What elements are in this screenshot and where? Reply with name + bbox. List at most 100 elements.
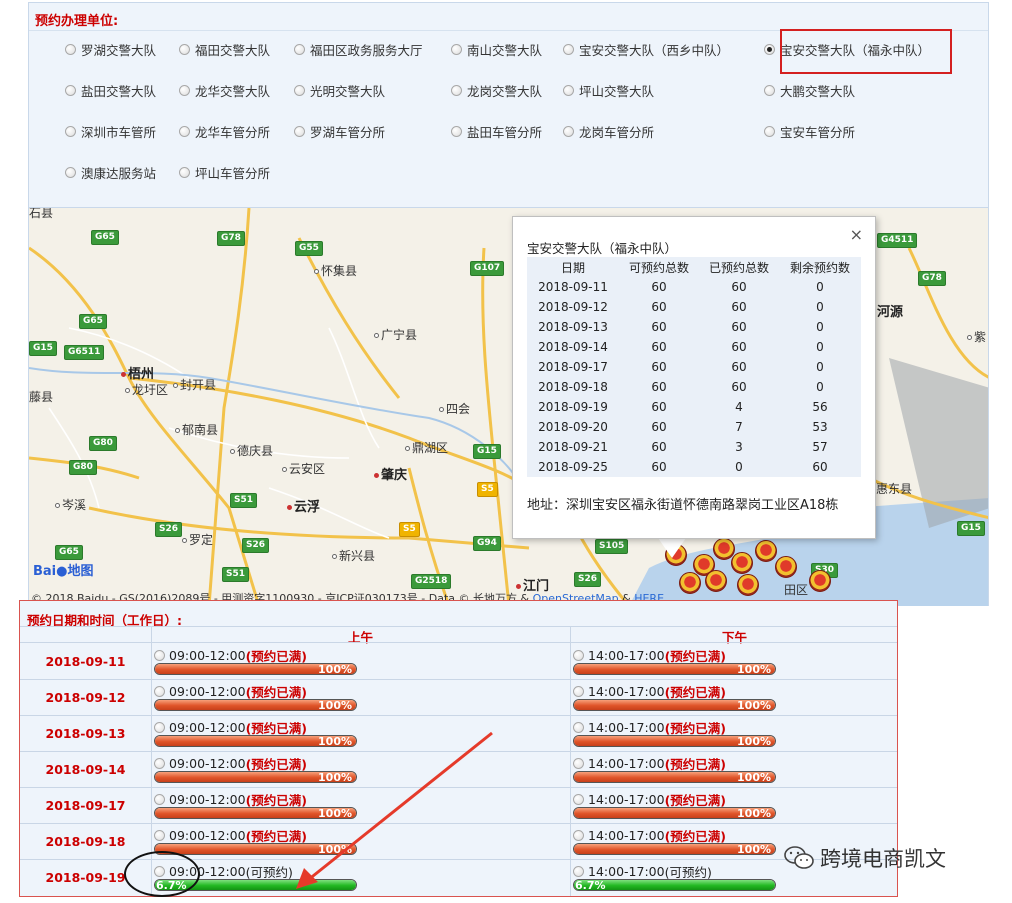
unit-option[interactable]: 福田区政务服务大厅 bbox=[294, 39, 423, 59]
progress-label: 100% bbox=[318, 699, 352, 711]
unit-option[interactable]: 龙岗交警大队 bbox=[451, 80, 542, 100]
quota-table-row: 2018-09-18 60 60 0 bbox=[527, 377, 861, 397]
unit-option[interactable]: 坪山交警大队 bbox=[563, 80, 654, 100]
slot-status: (预约已满) bbox=[664, 828, 726, 844]
unit-option[interactable]: 南山交警大队 bbox=[451, 39, 542, 59]
table-cell: 60 bbox=[651, 280, 667, 294]
table-cell: 2018-09-25 bbox=[538, 460, 608, 474]
time-slot-pm[interactable]: 14:00-17:00 (预约已满) 100% bbox=[573, 648, 776, 675]
unit-radio[interactable] bbox=[294, 43, 305, 55]
slot-radio[interactable] bbox=[573, 649, 584, 661]
divider bbox=[20, 642, 897, 643]
table-cell: 60 bbox=[731, 380, 747, 394]
time-slot-pm[interactable]: 14:00-17:00 (预约已满) 100% bbox=[573, 684, 776, 711]
time-slot-pm[interactable]: 14:00-17:00 (预约已满) 100% bbox=[573, 828, 776, 855]
police-station-marker[interactable] bbox=[737, 574, 759, 596]
unit-option[interactable]: 盐田交警大队 bbox=[65, 80, 156, 100]
unit-option[interactable]: 坪山车管分所 bbox=[179, 162, 270, 182]
unit-radio[interactable] bbox=[65, 166, 76, 178]
slot-radio[interactable] bbox=[154, 829, 165, 841]
unit-option-label: 盐田车管分所 bbox=[467, 124, 543, 140]
unit-radio[interactable] bbox=[179, 84, 190, 96]
time-slot-am[interactable]: 09:00-12:00 (预约已满) 100% bbox=[154, 828, 357, 855]
unit-option[interactable]: 澳康达服务站 bbox=[65, 162, 156, 182]
unit-radio[interactable] bbox=[451, 43, 462, 55]
unit-option[interactable]: 福田交警大队 bbox=[179, 39, 270, 59]
unit-option[interactable]: 宝安交警大队（西乡中队） bbox=[563, 39, 729, 59]
unit-radio[interactable] bbox=[65, 84, 76, 96]
slot-radio[interactable] bbox=[573, 721, 584, 733]
slot-radio[interactable] bbox=[154, 649, 165, 661]
time-slot-am[interactable]: 09:00-12:00 (预约已满) 100% bbox=[154, 648, 357, 675]
unit-option[interactable]: 龙华交警大队 bbox=[179, 80, 270, 100]
unit-radio[interactable] bbox=[563, 125, 574, 137]
unit-radio[interactable] bbox=[294, 84, 305, 96]
unit-radio[interactable] bbox=[294, 125, 305, 137]
slot-time: 09:00-12:00 bbox=[169, 791, 246, 807]
slot-radio[interactable] bbox=[573, 829, 584, 841]
map-city-label: 岑溪 bbox=[55, 496, 86, 513]
police-station-marker[interactable] bbox=[809, 570, 831, 592]
slot-radio[interactable] bbox=[154, 757, 165, 769]
unit-option[interactable]: 龙华车管分所 bbox=[179, 121, 270, 141]
slot-radio[interactable] bbox=[573, 757, 584, 769]
police-station-marker[interactable] bbox=[705, 570, 727, 592]
unit-radio[interactable] bbox=[179, 125, 190, 137]
unit-radio[interactable] bbox=[65, 43, 76, 55]
unit-radio[interactable] bbox=[563, 84, 574, 96]
unit-radio[interactable] bbox=[179, 43, 190, 55]
table-cell: 60 bbox=[731, 340, 747, 354]
unit-panel-title: 预约办理单位: bbox=[35, 14, 119, 29]
time-slot-pm[interactable]: 14:00-17:00 (预约已满) 100% bbox=[573, 756, 776, 783]
unit-option[interactable]: 大鹏交警大队 bbox=[764, 80, 855, 100]
unit-option[interactable]: 罗湖车管分所 bbox=[294, 121, 385, 141]
unit-radio[interactable] bbox=[65, 125, 76, 137]
unit-option-label: 龙岗车管分所 bbox=[579, 124, 655, 140]
police-station-marker[interactable] bbox=[679, 572, 701, 594]
unit-radio[interactable] bbox=[563, 43, 574, 55]
slot-radio[interactable] bbox=[154, 685, 165, 697]
slot-time: 14:00-17:00 bbox=[588, 719, 665, 735]
table-cell: 53 bbox=[812, 420, 828, 434]
map-city-label: 德庆县 bbox=[230, 442, 273, 459]
slot-radio[interactable] bbox=[154, 793, 165, 805]
slot-radio[interactable] bbox=[154, 721, 165, 733]
time-slot-am[interactable]: 09:00-12:00 (预约已满) 100% bbox=[154, 756, 357, 783]
police-station-marker[interactable] bbox=[755, 540, 777, 562]
unit-radio[interactable] bbox=[451, 125, 462, 137]
map-city-label: 郁南县 bbox=[175, 421, 218, 438]
unit-radio[interactable] bbox=[764, 125, 775, 137]
highway-shield: G15 bbox=[957, 521, 985, 536]
unit-option-label: 宝安车管分所 bbox=[780, 124, 856, 140]
police-station-marker[interactable] bbox=[731, 552, 753, 574]
close-icon[interactable]: × bbox=[850, 225, 863, 244]
police-station-marker[interactable] bbox=[775, 556, 797, 578]
table-cell: 0 bbox=[735, 460, 743, 474]
unit-radio[interactable] bbox=[179, 166, 190, 178]
pm-header: 下午 bbox=[721, 630, 747, 645]
unit-radio[interactable] bbox=[764, 43, 775, 55]
unit-option[interactable]: 宝安车管分所 bbox=[764, 121, 855, 141]
booking-progress-bar: 6.7% bbox=[573, 879, 776, 891]
table-cell: 60 bbox=[651, 360, 667, 374]
time-slot-am[interactable]: 09:00-12:00 (预约已满) 100% bbox=[154, 792, 357, 819]
unit-option[interactable]: 盐田车管分所 bbox=[451, 121, 542, 141]
unit-radio[interactable] bbox=[764, 84, 775, 96]
unit-option[interactable]: 光明交警大队 bbox=[294, 80, 385, 100]
time-slot-am[interactable]: 09:00-12:00 (预约已满) 100% bbox=[154, 684, 357, 711]
unit-option[interactable]: 深圳市车管所 bbox=[65, 121, 156, 141]
time-slot-pm[interactable]: 14:00-17:00 (预约已满) 100% bbox=[573, 792, 776, 819]
slot-radio[interactable] bbox=[573, 685, 584, 697]
unit-option[interactable]: 龙岗车管分所 bbox=[563, 121, 654, 141]
table-cell: 60 bbox=[651, 320, 667, 334]
time-slot-pm[interactable]: 14:00-17:00 (预约已满) 100% bbox=[573, 720, 776, 747]
map-city-label: 河源 bbox=[877, 305, 904, 320]
unit-radio[interactable] bbox=[451, 84, 462, 96]
slot-radio[interactable] bbox=[573, 793, 584, 805]
time-slot-pm[interactable]: 14:00-17:00 (可预约) 6.7% bbox=[573, 864, 776, 891]
time-slot-am[interactable]: 09:00-12:00 (预约已满) 100% bbox=[154, 720, 357, 747]
highway-shield: G65 bbox=[91, 230, 119, 245]
slot-radio[interactable] bbox=[573, 865, 584, 877]
unit-option[interactable]: 罗湖交警大队 bbox=[65, 39, 156, 59]
booking-progress-bar: 100% bbox=[573, 663, 776, 675]
